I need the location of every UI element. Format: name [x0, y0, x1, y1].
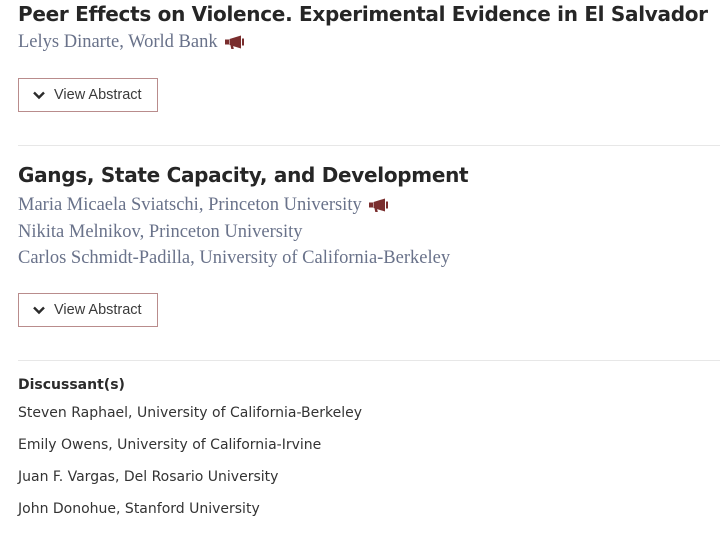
session-listing: Peer Effects on Violence. Experimental E… [0, 0, 720, 541]
author-line: Nikita Melnikov, Princeton University [18, 219, 720, 246]
discussants-heading: Discussant(s) [18, 377, 125, 393]
view-abstract-button[interactable]: View Abstract [18, 293, 158, 327]
view-abstract-label: View Abstract [54, 87, 142, 103]
author-line: Carlos Schmidt-Padilla, University of Ca… [18, 245, 720, 272]
megaphone-icon [368, 194, 389, 221]
paper-title: Gangs, State Capacity, and Development [18, 163, 469, 187]
author-name: Lelys Dinarte, World Bank [18, 32, 218, 52]
discussant-item: Emily Owens, University of California-Ir… [18, 437, 322, 453]
author-line: Lelys Dinarte, World Bank [18, 29, 720, 56]
paper-title: Peer Effects on Violence. Experimental E… [18, 2, 708, 26]
paper-1: Peer Effects on Violence. Experimental E… [18, 2, 720, 56]
discussant-item: John Donohue, Stanford University [18, 501, 260, 517]
divider [18, 145, 720, 146]
discussants-section: Discussant(s) Steven Raphael, University… [18, 377, 362, 517]
author-name: Carlos Schmidt-Padilla, University of Ca… [18, 248, 451, 268]
author-line: Maria Micaela Sviatschi, Princeton Unive… [18, 192, 720, 219]
author-name: Nikita Melnikov, Princeton University [18, 221, 303, 242]
megaphone-icon [224, 31, 245, 58]
discussant-item: Steven Raphael, University of California… [18, 405, 362, 421]
view-abstract-label: View Abstract [54, 302, 142, 318]
chevron-down-icon [33, 91, 45, 100]
paper-2: Gangs, State Capacity, and Development M… [18, 163, 720, 272]
chevron-down-icon [33, 306, 45, 315]
view-abstract-button[interactable]: View Abstract [18, 78, 158, 112]
discussant-item: Juan F. Vargas, Del Rosario University [18, 469, 279, 485]
author-name: Maria Micaela Sviatschi, Princeton Unive… [18, 195, 362, 215]
divider [18, 360, 720, 361]
